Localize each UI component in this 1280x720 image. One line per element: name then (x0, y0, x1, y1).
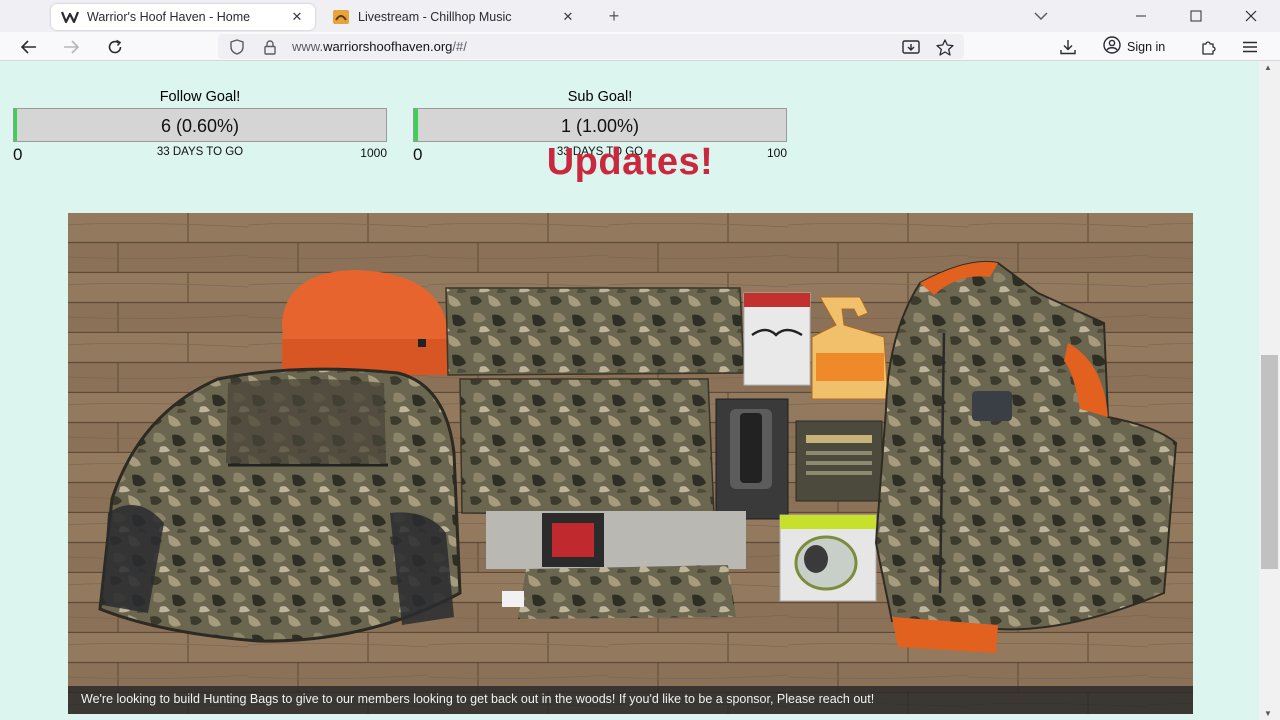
sign-in-label: Sign in (1127, 39, 1166, 54)
tab-title: Warrior's Hoof Haven - Home (87, 10, 251, 24)
follow-goal-value: 6 (0.60%) (160, 116, 240, 136)
sub-goal-value: 1 (1.00%) (560, 116, 640, 136)
bookmark-star-icon[interactable] (936, 38, 954, 56)
tab-strip: Warrior's Hoof Haven - Home ✕ Livestream… (0, 0, 1280, 32)
chillhop-icon (332, 9, 350, 25)
url-path: /#/ (452, 39, 467, 54)
tab-title: Livestream - Chillhop Music (358, 10, 512, 24)
sub-goal-title: Sub Goal! (567, 89, 633, 105)
tab-warriors-hoof-haven[interactable]: Warrior's Hoof Haven - Home ✕ (51, 4, 315, 30)
reload-icon[interactable] (104, 36, 126, 58)
follow-goal-progress-bar: 6 (0.60%) (13, 108, 387, 142)
tab-livestream-chillhop[interactable]: Livestream - Chillhop Music ✕ (322, 4, 586, 30)
follow-goal-days-left: 33 DAYS TO GO (156, 146, 244, 158)
close-tab-icon[interactable]: ✕ (289, 9, 305, 25)
w-logo-icon (61, 9, 79, 25)
hamburger-menu-icon[interactable] (1239, 36, 1261, 58)
scroll-down-arrow-icon[interactable]: ▼ (1264, 709, 1272, 718)
scroll-up-arrow-icon[interactable]: ▲ (1264, 63, 1272, 72)
url-domain: warriorshoofhaven.org (323, 39, 453, 54)
downloads-icon[interactable] (1057, 36, 1079, 58)
scrollbar-thumb[interactable] (1261, 355, 1278, 569)
sign-in-button[interactable]: Sign in (1095, 35, 1181, 58)
new-tab-icon[interactable]: + (604, 6, 624, 26)
updates-heading: Updates! (546, 141, 714, 183)
navigation-toolbar: www.warriorshoofhaven.org/#/ Sign in (0, 32, 1280, 61)
follow-goal-widget: Follow Goal! 6 (0.60%) 0 33 DAYS TO GO 1… (13, 89, 387, 169)
chevron-down-icon[interactable] (1032, 7, 1050, 25)
extensions-icon[interactable] (1197, 36, 1219, 58)
forward-arrow-icon[interactable] (60, 36, 82, 58)
maximize-icon[interactable] (1185, 5, 1207, 27)
follow-goal-max: 1000 (360, 146, 387, 160)
reader-view-icon[interactable] (902, 38, 920, 56)
page-content: Follow Goal! 6 (0.60%) 0 33 DAYS TO GO 1… (0, 61, 1259, 720)
shield-icon[interactable] (228, 38, 246, 56)
lock-icon[interactable] (261, 38, 279, 56)
follow-goal-title: Follow Goal! (159, 89, 241, 105)
minimize-icon[interactable] (1130, 5, 1152, 27)
address-bar[interactable]: www.warriorshoofhaven.org/#/ (218, 34, 964, 59)
url-text[interactable]: www.warriorshoofhaven.org/#/ (292, 39, 467, 54)
account-icon (1103, 36, 1121, 57)
page-scrollbar[interactable]: ▲ ▼ (1259, 61, 1280, 720)
url-prefix: www. (292, 39, 324, 54)
sub-goal-progress-bar: 1 (1.00%) (413, 108, 787, 142)
hunting-gear-illustration (68, 213, 1193, 714)
back-arrow-icon[interactable] (18, 36, 40, 58)
close-window-icon[interactable] (1240, 5, 1262, 27)
photo-caption: We're looking to build Hunting Bags to g… (68, 686, 1193, 714)
sub-goal-max: 100 (766, 146, 787, 160)
close-tab-icon[interactable]: ✕ (560, 9, 576, 25)
hunting-gear-photo: We're looking to build Hunting Bags to g… (68, 213, 1193, 714)
